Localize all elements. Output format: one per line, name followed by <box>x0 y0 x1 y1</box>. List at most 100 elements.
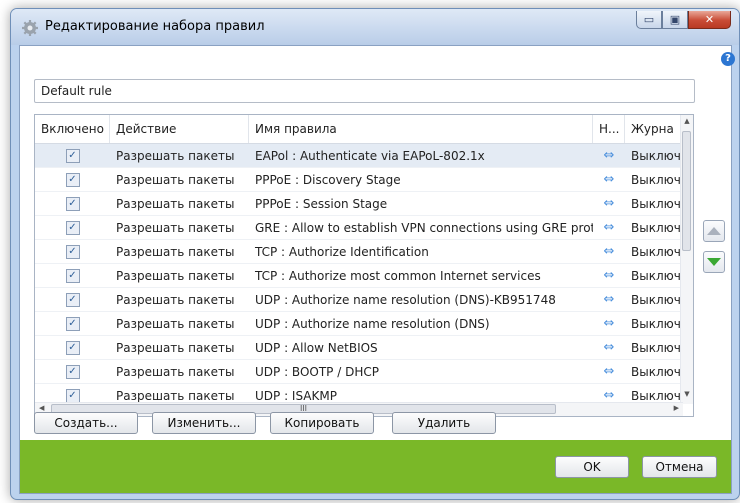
log-cell: Выключ <box>631 244 681 259</box>
help-icon[interactable]: ? <box>721 52 735 66</box>
column-header-rule-name[interactable]: Имя правила <box>249 115 593 143</box>
rule-name-cell: GRE : Allow to establish VPN connections… <box>255 220 593 235</box>
window-title: Редактирование набора правил <box>45 19 265 34</box>
direction-icon: ⇔ <box>603 244 615 259</box>
move-up-button[interactable] <box>703 220 725 242</box>
vertical-scroll-thumb[interactable] <box>682 131 691 251</box>
direction-icon: ⇔ <box>603 316 615 331</box>
edit-button[interactable]: Изменить... <box>152 412 256 434</box>
checkbox[interactable]: ✓ <box>65 148 80 163</box>
direction-icon: ⇔ <box>603 220 615 235</box>
checkbox[interactable]: ✓ <box>65 244 80 259</box>
enabled-checkbox[interactable]: ✓ <box>35 388 110 403</box>
checkbox[interactable]: ✓ <box>65 172 80 187</box>
scroll-right-icon[interactable]: ▶ <box>674 404 679 412</box>
move-down-button[interactable] <box>703 251 725 273</box>
table-header: Включено Действие Имя правила Н... Журна <box>35 115 683 144</box>
enabled-checkbox[interactable]: ✓ <box>35 364 110 379</box>
copy-button[interactable]: Копировать <box>270 412 374 434</box>
table-row[interactable]: ✓ Разрешать пакеты EAPol : Authenticate vi… <box>35 144 683 168</box>
table-row[interactable]: ✓ Разрешать пакеты TCP : Authorize most co… <box>35 264 683 288</box>
action-cell: Разрешать пакеты <box>116 316 235 331</box>
log-cell: Выключ <box>631 196 681 211</box>
minimize-button[interactable]: ▭ <box>636 11 662 29</box>
scroll-down-icon[interactable]: ▼ <box>681 390 693 402</box>
action-cell: Разрешать пакеты <box>116 388 235 403</box>
column-header-enabled[interactable]: Включено <box>35 115 110 143</box>
table-body: ✓ Разрешать пакеты EAPol : Authenticate vi… <box>35 144 683 408</box>
action-cell: Разрешать пакеты <box>116 196 235 211</box>
rule-name-cell: UDP : Authorize name resolution (DNS)-KB… <box>255 292 556 307</box>
scroll-left-icon[interactable]: ◀ <box>39 404 44 412</box>
checkbox[interactable]: ✓ <box>65 196 80 211</box>
rule-name-cell: TCP : Authorize Identification <box>255 244 429 259</box>
action-cell: Разрешать пакеты <box>116 244 235 259</box>
enabled-checkbox[interactable]: ✓ <box>35 244 110 259</box>
rule-name-cell: UDP : ISAKMP <box>255 388 337 403</box>
log-cell: Выключ <box>631 172 681 187</box>
rule-name-cell: EAPol : Authenticate via EAPoL-802.1x <box>255 148 485 163</box>
cancel-button[interactable]: Отмена <box>642 456 717 478</box>
checkbox[interactable]: ✓ <box>65 292 80 307</box>
column-header-action[interactable]: Действие <box>110 115 249 143</box>
rule-set-dialog: Редактирование набора правил ▭ ▣ ✕ ? Def… <box>10 8 740 500</box>
table-row[interactable]: ✓ Разрешать пакеты GRE : Allow to establis… <box>35 216 683 240</box>
checkbox[interactable]: ✓ <box>65 268 80 283</box>
enabled-checkbox[interactable]: ✓ <box>35 196 110 211</box>
scroll-up-icon[interactable]: ▲ <box>681 117 693 129</box>
rule-name-cell: UDP : Allow NetBIOS <box>255 340 378 355</box>
action-cell: Разрешать пакеты <box>116 220 235 235</box>
direction-icon: ⇔ <box>603 340 615 355</box>
create-button[interactable]: Создать... <box>34 412 138 434</box>
enabled-checkbox[interactable]: ✓ <box>35 292 110 307</box>
enabled-checkbox[interactable]: ✓ <box>35 220 110 235</box>
table-row[interactable]: ✓ Разрешать пакеты PPPoE : Session Stage ⇔ В… <box>35 192 683 216</box>
enabled-checkbox[interactable]: ✓ <box>35 316 110 331</box>
direction-icon: ⇔ <box>603 268 615 283</box>
column-header-direction[interactable]: Н... <box>593 115 625 143</box>
rule-set-name-input[interactable]: Default rule <box>34 79 695 103</box>
arrow-up-icon <box>707 227 721 235</box>
checkbox[interactable]: ✓ <box>65 340 80 355</box>
direction-icon: ⇔ <box>603 196 615 211</box>
rule-name-cell: UDP : Authorize name resolution (DNS) <box>255 316 490 331</box>
column-header-log[interactable]: Журна <box>625 115 683 143</box>
direction-icon: ⇔ <box>603 364 615 379</box>
vertical-scrollbar[interactable]: ▲ ▼ <box>680 115 693 404</box>
checkbox[interactable]: ✓ <box>65 316 80 331</box>
maximize-button[interactable]: ▣ <box>662 11 688 29</box>
direction-icon: ⇔ <box>603 172 615 187</box>
table-row[interactable]: ✓ Разрешать пакеты UDP : Authorize name re… <box>35 312 683 336</box>
delete-button[interactable]: Удалить <box>392 412 496 434</box>
ok-button[interactable]: OK <box>555 456 629 478</box>
table-row[interactable]: ✓ Разрешать пакеты PPPoE : Discovery Stage… <box>35 168 683 192</box>
log-cell: Выключ <box>631 220 681 235</box>
checkbox[interactable]: ✓ <box>65 388 80 403</box>
action-cell: Разрешать пакеты <box>116 172 235 187</box>
checkbox[interactable]: ✓ <box>65 220 80 235</box>
log-cell: Выключ <box>631 268 681 283</box>
table-row[interactable]: ✓ Разрешать пакеты UDP : BOOTP / DHCP ⇔ Выкл… <box>35 360 683 384</box>
log-cell: Выключ <box>631 388 681 403</box>
close-button[interactable]: ✕ <box>688 11 731 29</box>
table-row[interactable]: ✓ Разрешать пакеты UDP : Authorize name re… <box>35 288 683 312</box>
log-cell: Выключ <box>631 316 681 331</box>
action-cell: Разрешать пакеты <box>116 148 235 163</box>
rules-table: Включено Действие Имя правила Н... Журна… <box>34 114 694 417</box>
action-cell: Разрешать пакеты <box>116 268 235 283</box>
enabled-checkbox[interactable]: ✓ <box>35 268 110 283</box>
rule-name-cell: TCP : Authorize most common Internet ser… <box>255 268 541 283</box>
direction-icon: ⇔ <box>603 388 615 403</box>
checkbox[interactable]: ✓ <box>65 364 80 379</box>
action-cell: Разрешать пакеты <box>116 292 235 307</box>
table-row[interactable]: ✓ Разрешать пакеты TCP : Authorize Identif… <box>35 240 683 264</box>
table-row[interactable]: ✓ Разрешать пакеты UDP : Allow NetBIOS ⇔ Вык… <box>35 336 683 360</box>
enabled-checkbox[interactable]: ✓ <box>35 340 110 355</box>
title-bar[interactable]: Редактирование набора правил ▭ ▣ ✕ <box>11 9 739 45</box>
action-cell: Разрешать пакеты <box>116 364 235 379</box>
gear-icon <box>22 20 38 36</box>
log-cell: Выключ <box>631 292 681 307</box>
enabled-checkbox[interactable]: ✓ <box>35 172 110 187</box>
direction-icon: ⇔ <box>603 148 615 163</box>
enabled-checkbox[interactable]: ✓ <box>35 148 110 163</box>
